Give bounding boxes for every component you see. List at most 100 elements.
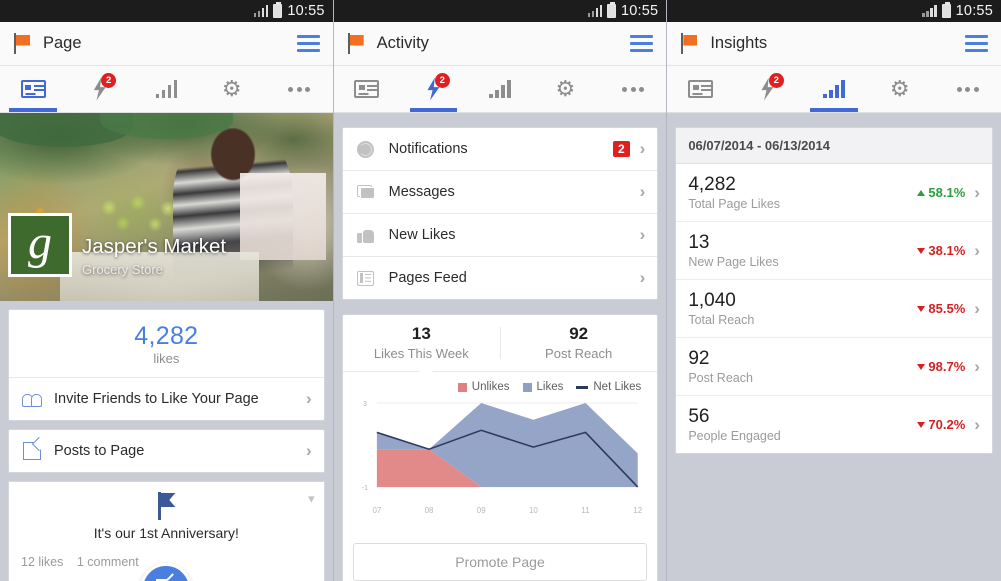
status-time: 10:55 bbox=[287, 3, 325, 19]
chevron-right-icon: › bbox=[974, 414, 980, 434]
stat-post-reach[interactable]: 92 Post Reach bbox=[500, 315, 657, 371]
stats-header: 13 Likes This Week 92 Post Reach bbox=[343, 315, 658, 371]
post-comments: 1 comment bbox=[76, 555, 139, 569]
insights-value: 56 bbox=[688, 406, 710, 427]
status-bar: 10:55 bbox=[667, 0, 1001, 22]
post-text: It's our 1st Anniversary! bbox=[93, 525, 239, 541]
tab-activity[interactable]: 2 bbox=[400, 66, 467, 112]
legend-item-net-likes: Net Likes bbox=[576, 381, 641, 393]
app-bar-page: Page bbox=[0, 22, 333, 66]
more-dots-icon bbox=[288, 86, 311, 92]
list-item-notifications[interactable]: Notifications 2 › bbox=[343, 128, 658, 170]
avatar-letter: g bbox=[28, 216, 52, 269]
status-bar: 10:55 bbox=[333, 0, 667, 22]
insights-label: Post Reach bbox=[688, 371, 753, 385]
tab-page[interactable] bbox=[667, 66, 734, 112]
insights-summary-card: 13 Likes This Week 92 Post Reach Unlikes… bbox=[341, 314, 659, 581]
chart-svg: 3 -1 bbox=[361, 401, 638, 492]
insights-row[interactable]: 4,282 Total Page Likes 58.1% › bbox=[676, 164, 992, 222]
likes-card: 4,282 likes Invite Friends to Like Your … bbox=[8, 309, 325, 421]
triangle-down-icon bbox=[917, 363, 926, 370]
tab-more[interactable] bbox=[266, 66, 333, 112]
insights-row[interactable]: 1,040 Total Reach 85.5% › bbox=[676, 280, 992, 338]
insights-row[interactable]: 13 New Page Likes 38.1% › bbox=[676, 222, 992, 280]
bar-chart-icon bbox=[823, 80, 845, 98]
app-bar-insights: Insights bbox=[667, 22, 1001, 66]
list-item-messages[interactable]: Messages › bbox=[343, 171, 658, 213]
tab-page[interactable] bbox=[0, 66, 67, 112]
menu-button[interactable] bbox=[964, 35, 988, 52]
bar-chart-icon bbox=[489, 80, 511, 98]
svg-text:09: 09 bbox=[476, 506, 485, 515]
insights-label: New Page Likes bbox=[688, 255, 779, 269]
flag-icon bbox=[13, 33, 32, 54]
activity-list-card: Notifications 2 › Messages › New Likes › bbox=[341, 127, 659, 300]
flag-icon bbox=[347, 33, 366, 54]
stat-likes-this-week[interactable]: 13 Likes This Week bbox=[343, 315, 500, 371]
globe-icon bbox=[355, 140, 377, 158]
gear-icon: ⚙ bbox=[889, 76, 910, 101]
tab-bar: 2 ⚙ bbox=[333, 66, 667, 113]
chevron-down-icon[interactable]: ▾ bbox=[308, 491, 315, 507]
posts-to-page-row[interactable]: Posts to Page › bbox=[9, 430, 324, 472]
tab-activity[interactable]: 2 bbox=[734, 66, 801, 112]
promote-wrap: Promote Page bbox=[343, 535, 658, 581]
chevron-right-icon: › bbox=[639, 139, 646, 158]
signal-bars-icon bbox=[922, 5, 937, 17]
signal-bars-icon bbox=[587, 5, 603, 17]
insights-scroll-body[interactable]: 06/07/2014 - 06/13/2014 4,282 Total Page … bbox=[667, 113, 1001, 581]
insights-delta-value: 85.5% bbox=[928, 301, 966, 316]
tab-more[interactable] bbox=[600, 66, 667, 112]
insights-delta: 70.2% bbox=[917, 417, 965, 432]
list-item-label: Notifications bbox=[388, 141, 468, 157]
tab-more[interactable] bbox=[934, 66, 1001, 112]
insights-row[interactable]: 56 People Engaged 70.2% › bbox=[676, 396, 992, 453]
signal-bars-icon bbox=[253, 5, 269, 17]
battery-icon bbox=[607, 2, 617, 18]
tab-settings[interactable]: ⚙ bbox=[868, 66, 935, 112]
tab-insights[interactable] bbox=[133, 66, 200, 112]
insights-rows: 4,282 Total Page Likes 58.1% › 13 New Page Li… bbox=[676, 164, 992, 453]
tab-page[interactable] bbox=[334, 66, 401, 112]
promote-page-button[interactable]: Promote Page bbox=[352, 543, 648, 581]
invite-friends-row[interactable]: Invite Friends to Like Your Page › bbox=[9, 378, 324, 420]
list-item-label: New Likes bbox=[388, 227, 456, 243]
triangle-down-icon bbox=[917, 305, 926, 312]
chevron-right-icon: › bbox=[974, 240, 980, 260]
tab-insights[interactable] bbox=[467, 66, 534, 112]
likes-count: 4,282 bbox=[134, 322, 199, 350]
insights-row[interactable]: 92 Post Reach 98.7% › bbox=[676, 338, 992, 396]
chevron-right-icon: › bbox=[639, 268, 646, 287]
list-item-pages-feed[interactable]: Pages Feed › bbox=[343, 257, 658, 299]
compose-icon bbox=[21, 442, 43, 460]
pages-feed-icon bbox=[355, 270, 377, 286]
cover-photo[interactable]: g Jasper's Market Grocery Store bbox=[0, 113, 333, 301]
chevron-right-icon: › bbox=[639, 182, 646, 201]
insights-row-text: 13 New Page Likes bbox=[688, 232, 917, 269]
posts-to-page-label: Posts to Page bbox=[54, 443, 145, 459]
tab-activity[interactable]: 2 bbox=[67, 66, 134, 112]
menu-button[interactable] bbox=[630, 35, 654, 52]
page-title: Activity bbox=[376, 34, 429, 52]
insights-delta-value: 38.1% bbox=[928, 243, 966, 258]
list-item-label: Pages Feed bbox=[388, 270, 467, 286]
svg-text:-1: -1 bbox=[361, 485, 367, 492]
app-bar-activity: Activity bbox=[333, 22, 667, 66]
tab-insights[interactable] bbox=[801, 66, 868, 112]
page-scroll-body[interactable]: g Jasper's Market Grocery Store 4,282 li… bbox=[0, 113, 333, 581]
tab-settings[interactable]: ⚙ bbox=[533, 66, 600, 112]
chart-legend: Unlikes Likes Net Likes bbox=[343, 372, 658, 397]
avatar[interactable]: g bbox=[8, 213, 72, 277]
status-time: 10:55 bbox=[955, 3, 993, 19]
tab-bar: 2 ⚙ bbox=[0, 66, 333, 113]
menu-button[interactable] bbox=[296, 35, 320, 52]
list-item-new-likes[interactable]: New Likes › bbox=[343, 214, 658, 256]
svg-text:11: 11 bbox=[581, 506, 590, 515]
gear-icon: ⚙ bbox=[555, 76, 576, 101]
tab-settings[interactable]: ⚙ bbox=[200, 66, 267, 112]
posts-to-page-card: Posts to Page › bbox=[8, 429, 325, 473]
svg-text:12: 12 bbox=[633, 506, 642, 515]
selected-stat-caret bbox=[418, 365, 435, 373]
activity-scroll-body[interactable]: Notifications 2 › Messages › New Likes › bbox=[333, 113, 667, 581]
page-feed-icon bbox=[354, 80, 380, 98]
